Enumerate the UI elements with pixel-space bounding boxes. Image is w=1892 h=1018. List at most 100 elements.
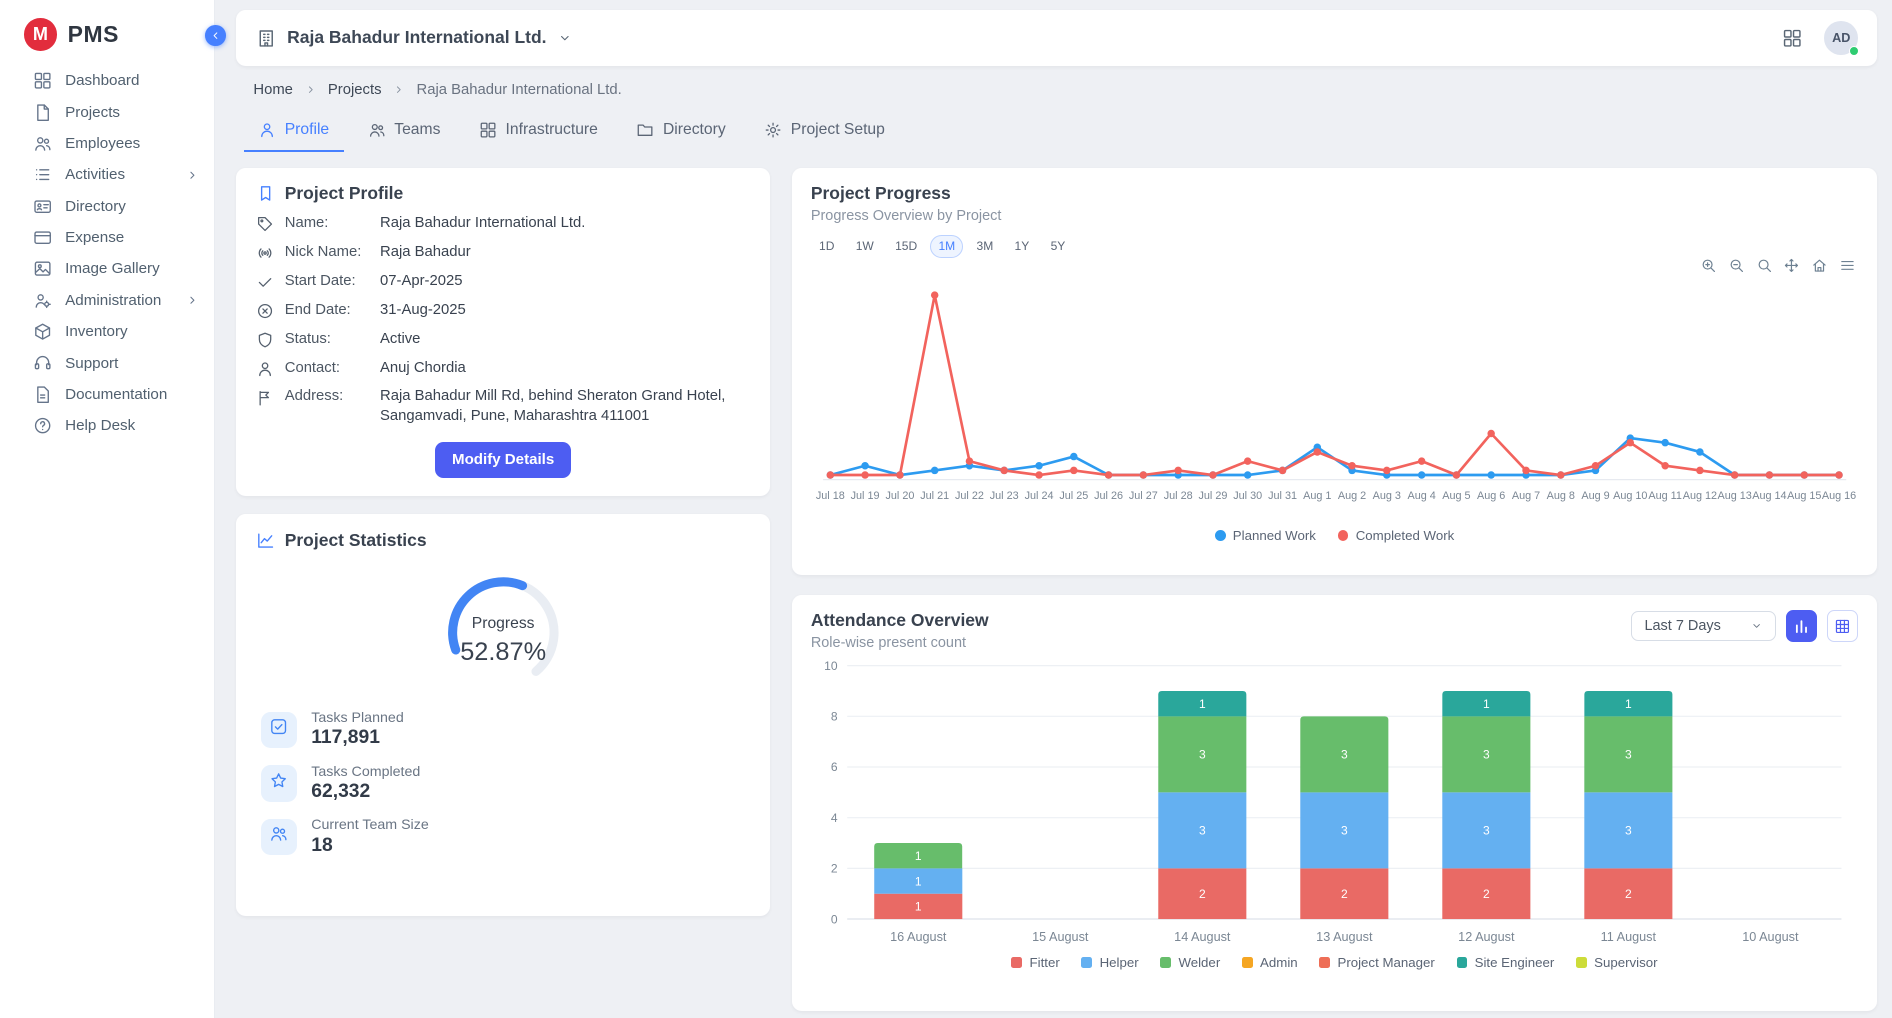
pan-icon[interactable] bbox=[1783, 257, 1800, 274]
svg-text:3: 3 bbox=[1625, 747, 1632, 761]
shield-icon bbox=[256, 331, 274, 349]
sidebar-item-documentation[interactable]: Documentation bbox=[0, 379, 214, 410]
legend-swatch bbox=[1081, 957, 1092, 968]
svg-text:3: 3 bbox=[1199, 747, 1206, 761]
sidebar-item-image-gallery[interactable]: Image Gallery bbox=[0, 253, 214, 284]
legend-item-helper[interactable]: Helper bbox=[1081, 955, 1138, 970]
tab-label: Profile bbox=[285, 121, 329, 139]
zoom-in-icon[interactable] bbox=[1700, 257, 1717, 274]
sidebar-item-directory[interactable]: Directory bbox=[0, 191, 214, 222]
zoom-out-icon[interactable] bbox=[1728, 257, 1745, 274]
sidebar-item-expense[interactable]: Expense bbox=[0, 222, 214, 253]
progress-card-title-text: Project Progress bbox=[811, 183, 951, 204]
home-icon[interactable] bbox=[1811, 257, 1828, 274]
sidebar-item-label: Inventory bbox=[65, 323, 127, 340]
zoom-icon[interactable] bbox=[1756, 257, 1773, 274]
legend-label: Planned Work bbox=[1233, 528, 1316, 543]
sidebar-item-help-desk[interactable]: Help Desk bbox=[0, 410, 214, 441]
sidebar-item-employees[interactable]: Employees bbox=[0, 128, 214, 159]
sidebar-item-dashboard[interactable]: Dashboard bbox=[0, 65, 214, 96]
stat-icon-box bbox=[261, 765, 297, 801]
attendance-card-title: Attendance Overview bbox=[811, 610, 989, 631]
avatar[interactable]: AD bbox=[1824, 21, 1858, 55]
legend-item-planned-work[interactable]: Planned Work bbox=[1215, 528, 1316, 543]
svg-text:3: 3 bbox=[1199, 823, 1206, 837]
range-1w[interactable]: 1W bbox=[848, 235, 883, 258]
progress-gauge: Progress 52.87% bbox=[431, 565, 576, 695]
person-icon bbox=[256, 360, 274, 378]
svg-text:0: 0 bbox=[831, 912, 838, 926]
svg-text:Aug 4: Aug 4 bbox=[1407, 490, 1435, 502]
tab-teams[interactable]: Teams bbox=[353, 111, 455, 152]
date-range-select[interactable]: Last 7 Days bbox=[1631, 611, 1776, 641]
tab-project-setup[interactable]: Project Setup bbox=[750, 111, 900, 152]
progress-card-title: Project Progress bbox=[811, 183, 1858, 204]
range-3m[interactable]: 3M bbox=[968, 235, 1001, 258]
progress-card-subtitle: Progress Overview by Project bbox=[811, 208, 1858, 224]
project-statistics-card: Project Statistics Progress 52.87% Tasks… bbox=[236, 514, 769, 916]
stat-label: Tasks Planned bbox=[311, 710, 403, 726]
breadcrumb-link-projects[interactable]: Projects bbox=[328, 82, 382, 98]
apps-icon[interactable] bbox=[1782, 28, 1803, 49]
chevron-right-icon bbox=[304, 83, 317, 96]
attendance-controls: Last 7 Days bbox=[1631, 610, 1858, 641]
company-selector[interactable]: Raja Bahadur International Ltd. bbox=[256, 27, 573, 48]
legend-item-completed-work[interactable]: Completed Work bbox=[1338, 528, 1455, 543]
svg-text:1: 1 bbox=[915, 874, 922, 888]
tab-profile[interactable]: Profile bbox=[244, 111, 344, 152]
svg-text:Aug 8: Aug 8 bbox=[1546, 490, 1574, 502]
range-1y[interactable]: 1Y bbox=[1006, 235, 1037, 258]
sidebar-item-support[interactable]: Support bbox=[0, 347, 214, 378]
chart-view-toggle[interactable] bbox=[1786, 610, 1817, 641]
directory-icon bbox=[33, 197, 52, 216]
field-value: Active bbox=[380, 330, 420, 349]
legend-item-project-manager[interactable]: Project Manager bbox=[1319, 955, 1434, 970]
tab-infrastructure[interactable]: Infrastructure bbox=[465, 111, 613, 152]
legend-item-site-engineer[interactable]: Site Engineer bbox=[1457, 955, 1555, 970]
legend-item-admin[interactable]: Admin bbox=[1242, 955, 1298, 970]
legend-item-welder[interactable]: Welder bbox=[1160, 955, 1220, 970]
breadcrumb-link-home[interactable]: Home bbox=[253, 82, 293, 98]
sidebar-collapse-button[interactable] bbox=[205, 25, 226, 46]
stat-current-team-size: Current Team Size18 bbox=[256, 817, 751, 856]
legend-item-fitter[interactable]: Fitter bbox=[1011, 955, 1059, 970]
project-profile-card: Project Profile Name:Raja Bahadur Intern… bbox=[236, 168, 769, 497]
svg-text:Jul 26: Jul 26 bbox=[1094, 490, 1123, 502]
range-1m[interactable]: 1M bbox=[930, 235, 963, 258]
expense-icon bbox=[33, 228, 52, 247]
svg-text:Aug 9: Aug 9 bbox=[1581, 490, 1609, 502]
field-label: Start Date: bbox=[285, 272, 369, 291]
svg-text:3: 3 bbox=[1483, 747, 1490, 761]
svg-text:Jul 22: Jul 22 bbox=[955, 490, 984, 502]
stat-text: Current Team Size18 bbox=[311, 817, 428, 856]
range-5y[interactable]: 5Y bbox=[1042, 235, 1073, 258]
attendance-header: Attendance Overview Role-wise present co… bbox=[811, 610, 1858, 651]
range-15d[interactable]: 15D bbox=[887, 235, 926, 258]
profile-field-nick-name: Nick Name:Raja Bahadur bbox=[256, 243, 751, 262]
sidebar-item-inventory[interactable]: Inventory bbox=[0, 316, 214, 347]
legend-label: Site Engineer bbox=[1475, 955, 1555, 970]
svg-text:Jul 29: Jul 29 bbox=[1198, 490, 1227, 502]
legend-label: Fitter bbox=[1030, 955, 1060, 970]
tab-directory[interactable]: Directory bbox=[622, 111, 740, 152]
chart-toolbar bbox=[1700, 257, 1856, 274]
sidebar-item-label: Help Desk bbox=[65, 417, 135, 434]
range-1d[interactable]: 1D bbox=[811, 235, 843, 258]
inventory-icon bbox=[33, 322, 52, 341]
sidebar-item-projects[interactable]: Projects bbox=[0, 97, 214, 128]
sidebar-item-administration[interactable]: Administration bbox=[0, 285, 214, 316]
stat-tasks-completed: Tasks Completed62,332 bbox=[256, 764, 751, 803]
svg-text:Aug 10: Aug 10 bbox=[1613, 490, 1647, 502]
modify-details-button[interactable]: Modify Details bbox=[435, 442, 571, 478]
app-logo[interactable]: M PMS bbox=[0, 0, 214, 65]
legend-swatch bbox=[1319, 957, 1330, 968]
stat-value: 117,891 bbox=[311, 727, 403, 749]
legend-item-supervisor[interactable]: Supervisor bbox=[1576, 955, 1658, 970]
administration-icon bbox=[33, 291, 52, 310]
table-view-toggle[interactable] bbox=[1827, 610, 1858, 641]
chevron-down-icon bbox=[557, 30, 573, 46]
profile-field-status: Status:Active bbox=[256, 330, 751, 349]
menu-icon[interactable] bbox=[1839, 257, 1856, 274]
svg-text:Aug 16: Aug 16 bbox=[1822, 490, 1856, 502]
sidebar-item-activities[interactable]: Activities bbox=[0, 159, 214, 190]
